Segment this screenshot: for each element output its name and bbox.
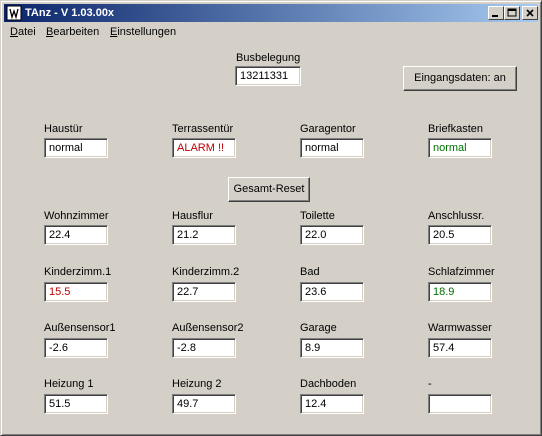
- garage-field[interactable]: 8.9: [300, 338, 364, 358]
- toilette-label: Toilette: [300, 210, 335, 222]
- wohnzimmer-label: Wohnzimmer: [44, 210, 109, 222]
- warmwasser-field[interactable]: 57.4: [428, 338, 492, 358]
- close-button[interactable]: [522, 6, 538, 20]
- aussensensor1-label: Außensensor1: [44, 322, 116, 334]
- kinderzimm-1-field[interactable]: 15.5: [44, 282, 108, 302]
- app-window: TAnz - V 1.03.00x Datei Bearbeiten Einst…: [0, 0, 542, 436]
- dachboden-field[interactable]: 12.4: [300, 394, 364, 414]
- menu-einstellungen[interactable]: Einstellungen: [110, 25, 176, 39]
- haustuer-label: Haustür: [44, 123, 83, 135]
- menu-einstellungen-rest: instellungen: [117, 26, 177, 38]
- eingangsdaten-button[interactable]: Eingangsdaten: an: [403, 66, 517, 91]
- schlafzimmer-field[interactable]: 18.9: [428, 282, 492, 302]
- wohnzimmer-field[interactable]: 22.4: [44, 225, 108, 245]
- schlafzimmer-label: Schlafzimmer: [428, 266, 495, 278]
- maximize-button[interactable]: [504, 6, 520, 20]
- haustuer-field[interactable]: normal: [44, 138, 108, 158]
- aussensensor2-field[interactable]: -2.8: [172, 338, 236, 358]
- unnamed-field[interactable]: [428, 394, 492, 414]
- terrassentuer-label: Terrassentür: [172, 123, 234, 135]
- dachboden-label: Dachboden: [300, 378, 357, 390]
- garagentor-field[interactable]: normal: [300, 138, 364, 158]
- heizung-2-field[interactable]: 49.7: [172, 394, 236, 414]
- heizung-2-label: Heizung 2: [172, 378, 222, 390]
- warmwasser-label: Warmwasser: [428, 322, 492, 334]
- menu-datei[interactable]: Datei: [10, 25, 36, 39]
- window-title: TAnz - V 1.03.00x: [25, 7, 115, 19]
- terrassentuer-field[interactable]: ALARM !!: [172, 138, 236, 158]
- menu-datei-rest: atei: [17, 26, 36, 38]
- garagentor-label: Garagentor: [300, 123, 356, 135]
- anschlussr-label: Anschlussr.: [428, 210, 485, 222]
- unnamed-label: -: [428, 378, 432, 390]
- briefkasten-label: Briefkasten: [428, 123, 484, 135]
- minimize-button[interactable]: [488, 6, 504, 20]
- bad-field[interactable]: 23.6: [300, 282, 364, 302]
- menu-datei-accel: D: [10, 26, 18, 38]
- gesamt-reset-button[interactable]: Gesamt-Reset: [228, 177, 310, 202]
- menu-bar: Datei Bearbeiten Einstellungen: [4, 23, 538, 41]
- heizung-1-label: Heizung 1: [44, 378, 94, 390]
- garage-label: Garage: [300, 322, 337, 334]
- app-icon[interactable]: [6, 5, 22, 21]
- hausflur-label: Hausflur: [172, 210, 213, 222]
- aussensensor2-label: Außensensor2: [172, 322, 244, 334]
- aussensensor1-field[interactable]: -2.6: [44, 338, 108, 358]
- toilette-field[interactable]: 22.0: [300, 225, 364, 245]
- kinderzimm-1-label: Kinderzimm.1: [44, 266, 112, 278]
- bad-label: Bad: [300, 266, 320, 278]
- bus-value-field[interactable]: 13211331: [235, 66, 301, 86]
- menu-bearbeiten[interactable]: Bearbeiten: [46, 25, 99, 39]
- anschlussr-field[interactable]: 20.5: [428, 225, 492, 245]
- title-bar[interactable]: TAnz - V 1.03.00x: [4, 4, 538, 22]
- kinderzimm-2-field[interactable]: 22.7: [172, 282, 236, 302]
- heizung-1-field[interactable]: 51.5: [44, 394, 108, 414]
- briefkasten-field[interactable]: normal: [428, 138, 492, 158]
- bus-label: Busbelegung: [236, 52, 301, 64]
- menu-bearbeiten-rest: earbeiten: [53, 26, 100, 38]
- hausflur-field[interactable]: 21.2: [172, 225, 236, 245]
- kinderzimm-2-label: Kinderzimm.2: [172, 266, 240, 278]
